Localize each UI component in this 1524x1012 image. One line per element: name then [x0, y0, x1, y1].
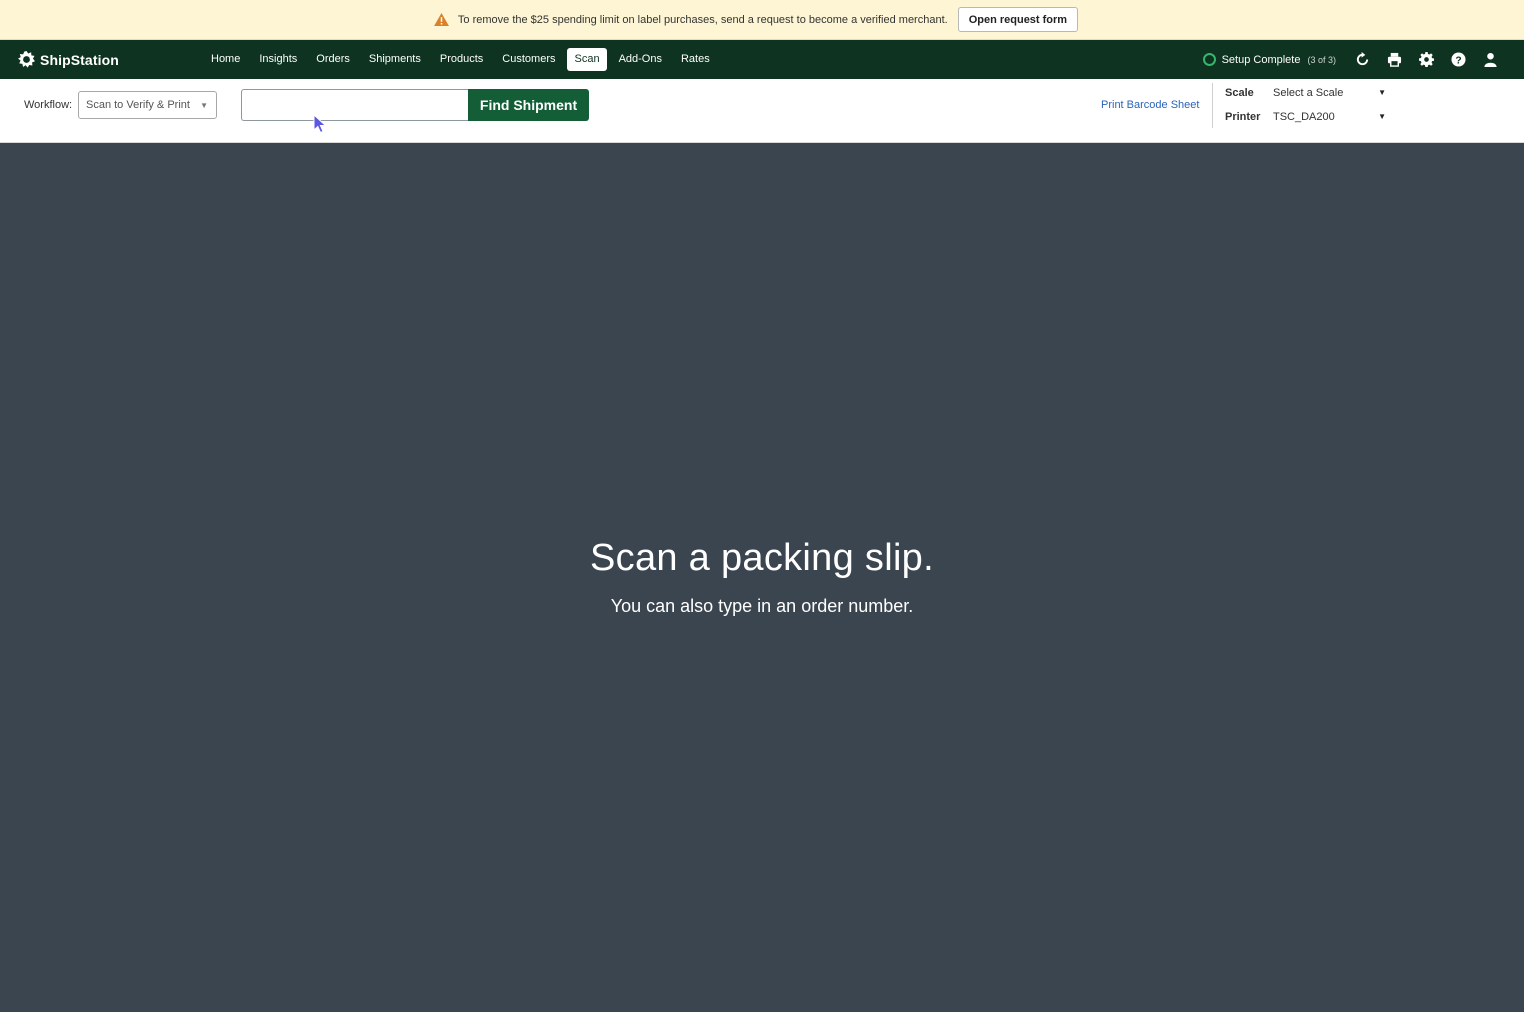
brand-name: ShipStation [40, 51, 119, 68]
setup-count: (3 of 3) [1307, 54, 1336, 65]
empty-state-subtitle: You can also type in an order number. [610, 596, 914, 616]
toolbar-divider [1212, 83, 1213, 128]
empty-state-title: Scan a packing slip. [590, 537, 934, 579]
workflow-label: Workflow: [24, 99, 73, 111]
nav-rates[interactable]: Rates [674, 48, 717, 71]
mouse-pointer-icon [313, 114, 327, 134]
printer-icon[interactable] [1378, 44, 1410, 76]
printer-select-value: TSC_DA200 [1273, 111, 1335, 123]
shipstation-logo-icon [18, 51, 35, 68]
nav-products[interactable]: Products [433, 48, 490, 71]
nav-scan[interactable]: Scan [567, 48, 607, 71]
scan-search-input[interactable] [241, 89, 470, 121]
scale-select-value: Select a Scale [1273, 87, 1344, 99]
nav-orders[interactable]: Orders [309, 48, 357, 71]
refresh-icon[interactable] [1346, 44, 1378, 76]
workflow-select-value: Scan to Verify & Print [86, 99, 190, 111]
scan-toolbar: Workflow: Scan to Verify & Print ▼ Find … [0, 79, 1524, 143]
alert-banner: To remove the $25 spending limit on labe… [0, 0, 1524, 40]
help-icon[interactable]: ? [1442, 44, 1474, 76]
open-request-form-button[interactable]: Open request form [957, 7, 1079, 32]
find-shipment-button[interactable]: Find Shipment [468, 89, 589, 121]
print-barcode-sheet-link[interactable]: Print Barcode Sheet [1101, 99, 1199, 111]
scale-select[interactable]: Select a Scale ▼ [1273, 87, 1391, 99]
svg-text:?: ? [1455, 55, 1461, 66]
nav-add-ons[interactable]: Add-Ons [612, 48, 669, 71]
setup-label: Setup Complete [1221, 53, 1301, 66]
top-navigation: ShipStation Home Insights Orders Shipmen… [0, 40, 1524, 79]
banner-message: To remove the $25 spending limit on labe… [457, 13, 948, 26]
workflow-select[interactable]: Scan to Verify & Print ▼ [78, 91, 217, 119]
nav-insights[interactable]: Insights [252, 48, 304, 71]
printer-label: Printer [1225, 111, 1261, 123]
nav-home[interactable]: Home [204, 48, 247, 71]
main-menu: Home Insights Orders Shipments Products … [204, 48, 722, 71]
nav-right-tools: Setup Complete (3 of 3) ? [1202, 44, 1506, 76]
nav-shipments[interactable]: Shipments [362, 48, 428, 71]
printer-select[interactable]: TSC_DA200 ▼ [1273, 111, 1391, 123]
warning-icon [433, 13, 449, 26]
scan-empty-state: Scan a packing slip. You can also type i… [0, 143, 1524, 1012]
chevron-down-icon: ▼ [1378, 112, 1386, 121]
nav-customers[interactable]: Customers [495, 48, 562, 71]
scale-label: Scale [1225, 87, 1254, 99]
user-icon[interactable] [1474, 44, 1506, 76]
gear-icon[interactable] [1410, 44, 1442, 76]
setup-progress-icon [1202, 53, 1216, 66]
setup-status[interactable]: Setup Complete (3 of 3) [1202, 53, 1336, 66]
chevron-down-icon: ▼ [200, 101, 208, 110]
brand-logo[interactable]: ShipStation [18, 51, 203, 68]
chevron-down-icon: ▼ [1378, 88, 1386, 97]
